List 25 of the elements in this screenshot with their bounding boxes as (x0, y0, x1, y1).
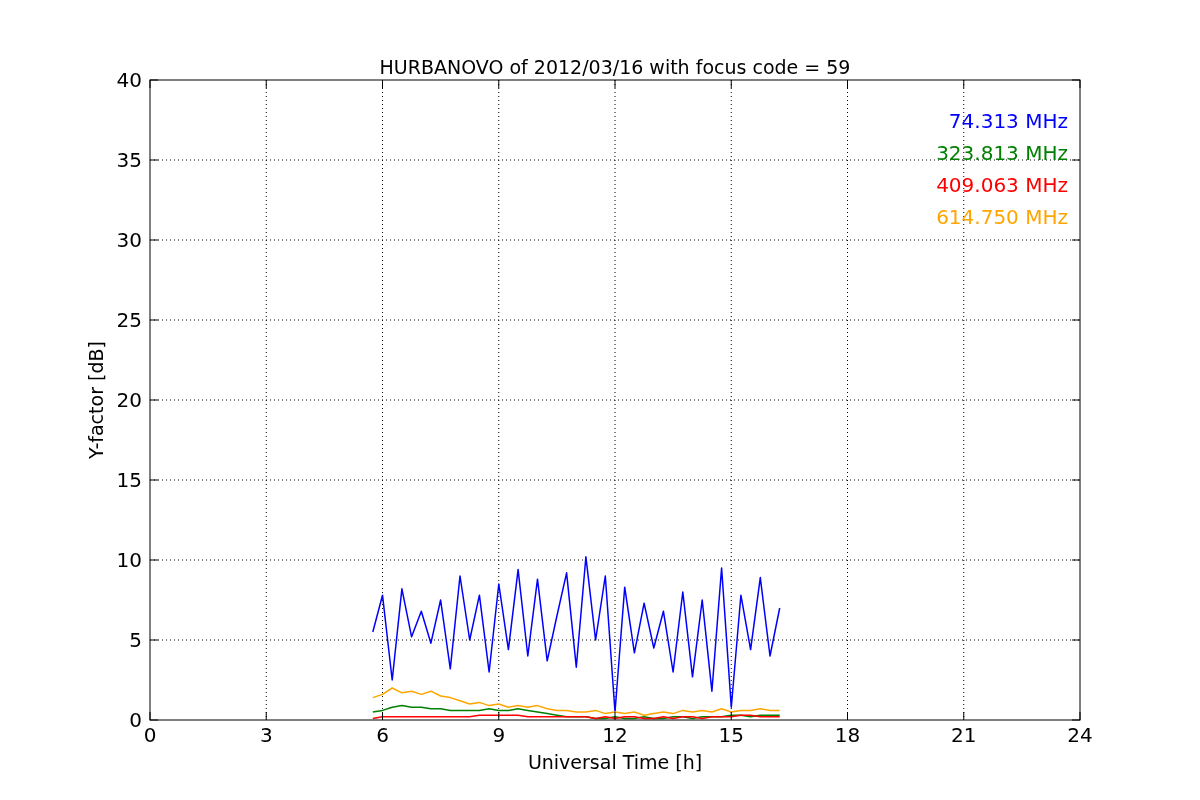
x-axis-label: Universal Time [h] (527, 751, 703, 773)
y-tick-label: 5 (129, 628, 142, 652)
x-tick-label: 6 (376, 723, 389, 747)
x-tick-label: 21 (951, 723, 977, 747)
x-tick-label: 3 (259, 723, 273, 747)
legend-label: 614.750 MHz (936, 205, 1068, 229)
y-tick-label: 40 (116, 68, 142, 92)
y-tick-label: 25 (116, 308, 142, 332)
x-tick-label: 24 (1067, 723, 1093, 747)
x-tick-label: 12 (602, 723, 628, 747)
y-tick-label: 0 (129, 708, 142, 732)
legend-label: 323.813 MHz (936, 141, 1068, 165)
chart-title: HURBANOVO of 2012/03/16 with focus code = 59 (379, 56, 851, 78)
y-tick-label: 20 (116, 388, 142, 412)
x-tick-label: 0 (143, 723, 157, 747)
y-tick-label: 30 (116, 228, 142, 252)
x-tick-label: 15 (718, 723, 744, 747)
legend-label: 409.063 MHz (936, 173, 1068, 197)
y-tick-label: 35 (116, 148, 142, 172)
y-axis-label: Y-factor [dB] (85, 341, 107, 459)
y-tick-label: 10 (116, 548, 142, 572)
legend-label: 74.313 MHz (948, 109, 1068, 133)
x-tick-label: 18 (834, 723, 861, 747)
y-tick-label: 15 (116, 468, 142, 492)
x-tick-label: 9 (492, 723, 506, 747)
